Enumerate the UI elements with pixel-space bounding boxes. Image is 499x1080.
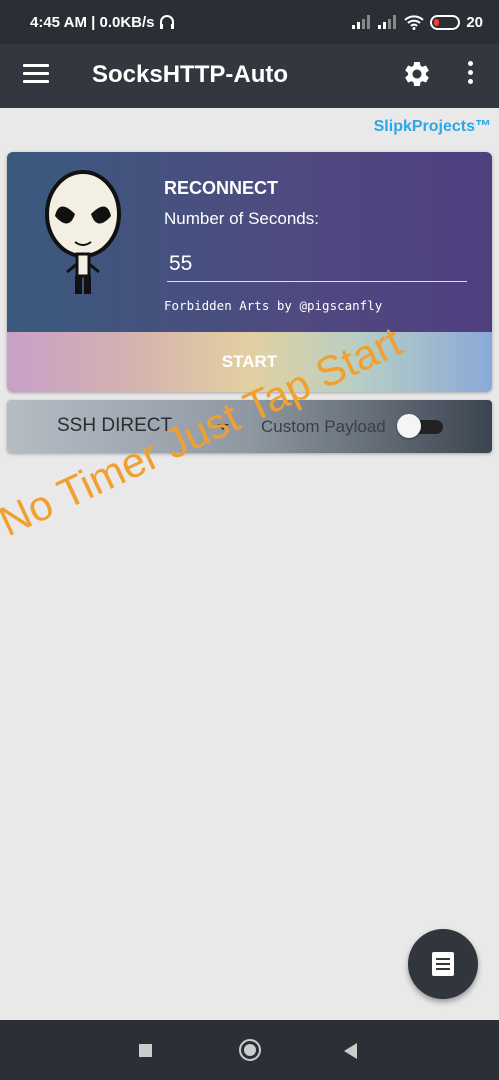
menu-icon[interactable] bbox=[23, 64, 49, 86]
wifi-icon bbox=[404, 14, 425, 30]
card-header: RECONNECT Number of Seconds: Forbidden A… bbox=[7, 152, 492, 332]
app-bar: SocksHTTP-Auto bbox=[0, 44, 499, 108]
back-icon[interactable] bbox=[344, 1043, 357, 1059]
app-title: SocksHTTP-Auto bbox=[92, 61, 289, 88]
status-left: 4:45 AM | 0.0KB/s bbox=[30, 14, 175, 31]
custom-payload-toggle[interactable] bbox=[397, 414, 445, 440]
seconds-input[interactable] bbox=[167, 246, 467, 282]
toggle-thumb bbox=[397, 414, 421, 438]
battery-icon bbox=[430, 14, 461, 30]
settings-icon[interactable] bbox=[402, 59, 432, 89]
battery-level: 20 bbox=[466, 13, 483, 31]
log-icon bbox=[432, 952, 454, 976]
brand-label: SlipkProjects™ bbox=[373, 118, 491, 135]
status-bar: 4:45 AM | 0.0KB/s 20 bbox=[0, 0, 499, 44]
reconnect-card: RECONNECT Number of Seconds: Forbidden A… bbox=[7, 152, 492, 392]
alien-icon bbox=[45, 170, 121, 294]
signal-icon bbox=[378, 15, 397, 29]
headphones-icon bbox=[159, 15, 174, 29]
recents-icon[interactable] bbox=[139, 1044, 152, 1057]
status-right: 20 bbox=[352, 14, 483, 31]
reconnect-title: RECONNECT bbox=[164, 178, 279, 198]
seconds-label: Number of Seconds: bbox=[164, 209, 319, 228]
system-nav-bar bbox=[0, 1020, 499, 1080]
status-time-speed: 4:45 AM | 0.0KB/s bbox=[30, 13, 155, 31]
log-fab-button[interactable] bbox=[408, 929, 478, 999]
signal-icon bbox=[352, 15, 371, 29]
more-vert-icon[interactable] bbox=[463, 61, 477, 87]
credit-text: Forbidden Arts by @pigscanfly bbox=[164, 298, 383, 313]
home-icon[interactable] bbox=[239, 1039, 261, 1061]
